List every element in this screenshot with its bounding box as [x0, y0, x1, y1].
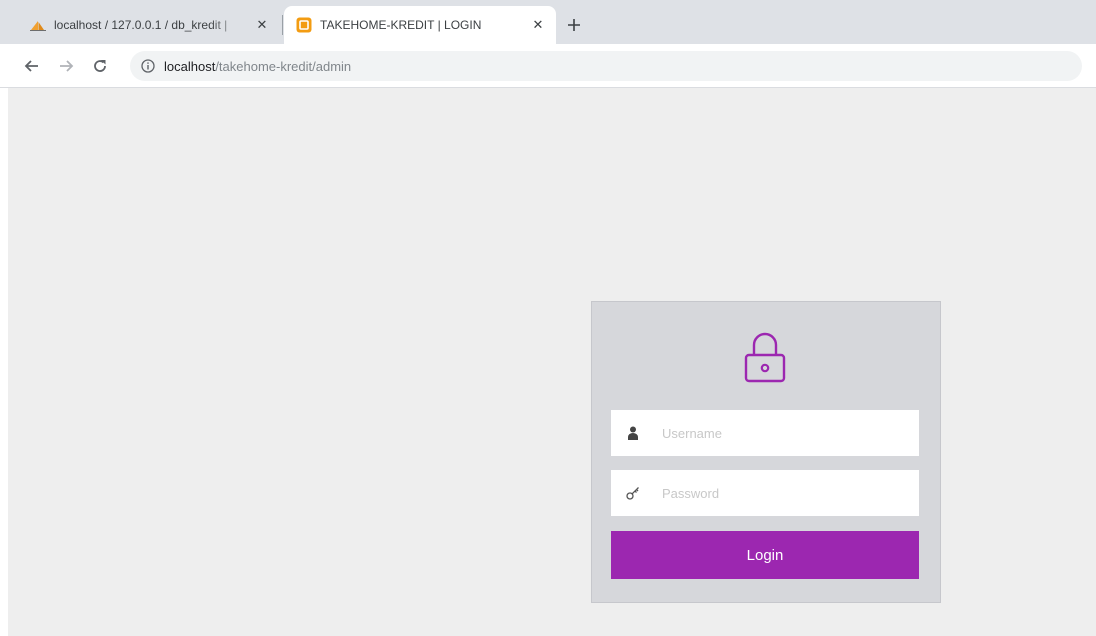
info-circle-icon[interactable]: [140, 58, 156, 74]
arrow-left-icon[interactable]: [20, 54, 44, 78]
phpmyadmin-sail-icon: [30, 17, 46, 33]
tab-title: localhost / 127.0.0.1 / db_kredit |: [54, 18, 228, 32]
url-path: /takehome-kredit/admin: [215, 58, 352, 74]
browser-toolbar: localhost/takehome-kredit/admin: [0, 44, 1096, 88]
reload-icon[interactable]: [88, 54, 112, 78]
browser-tab-strip: localhost / 127.0.0.1 / db_kredit | ✕ TA…: [0, 0, 1096, 44]
arrow-right-icon[interactable]: [54, 54, 78, 78]
tab-takehome-login[interactable]: TAKEHOME-KREDIT | LOGIN ✕: [284, 6, 556, 44]
page-viewport: Login: [8, 88, 1096, 636]
login-button[interactable]: Login: [611, 531, 919, 579]
tab-divider: [282, 15, 283, 35]
close-icon[interactable]: ✕: [254, 17, 270, 33]
tab-title: TAKEHOME-KREDIT | LOGIN: [320, 18, 482, 32]
login-panel: Login: [591, 301, 941, 603]
password-input[interactable]: [662, 478, 912, 508]
padlock-icon: [742, 329, 788, 383]
orange-square-icon: [296, 17, 312, 33]
password-field-wrapper: [611, 470, 919, 516]
key-icon: [626, 485, 640, 501]
username-input[interactable]: [662, 418, 912, 448]
tab-phpmyadmin[interactable]: localhost / 127.0.0.1 / db_kredit | ✕: [18, 6, 280, 44]
user-icon: [626, 425, 640, 441]
username-field-wrapper: [611, 410, 919, 456]
plus-icon[interactable]: [562, 13, 586, 37]
address-bar[interactable]: localhost/takehome-kredit/admin: [130, 51, 1082, 81]
close-icon[interactable]: ✕: [530, 17, 546, 33]
url-host: localhost: [164, 58, 216, 74]
